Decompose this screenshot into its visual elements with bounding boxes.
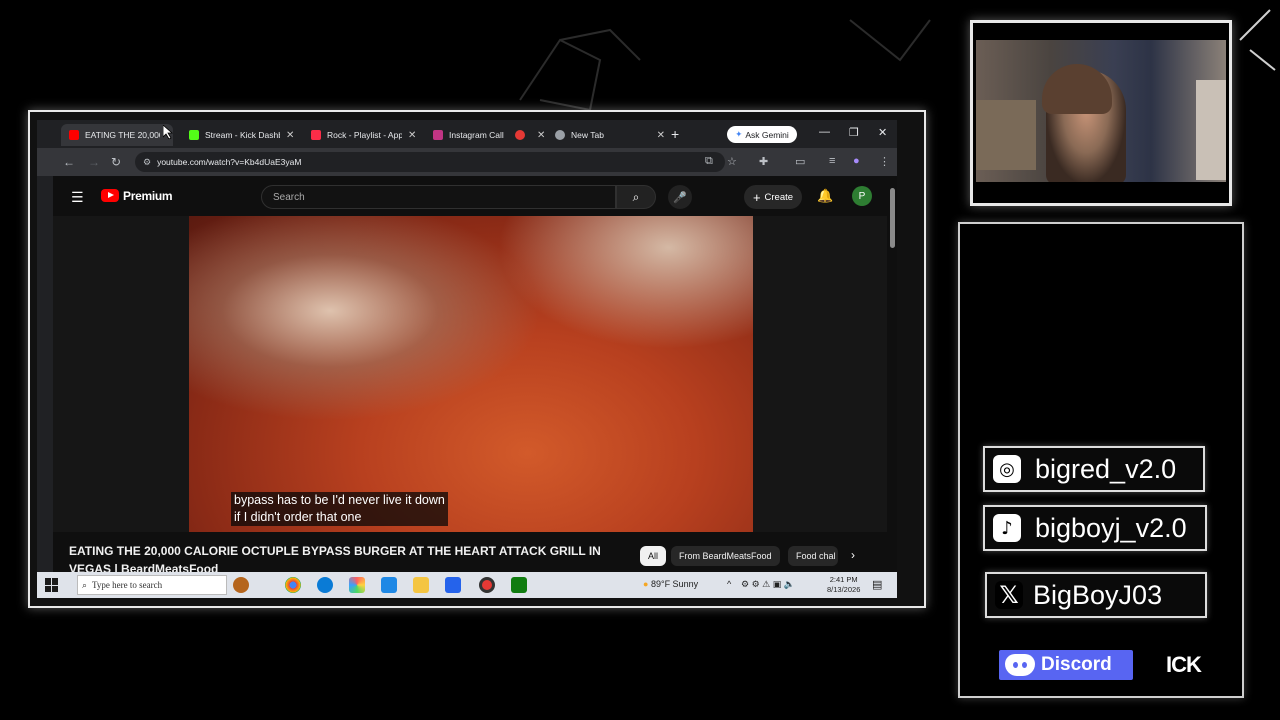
- mail-icon[interactable]: [381, 577, 397, 593]
- youtube-favicon-icon: [69, 130, 79, 140]
- back-arrow-icon[interactable]: ←: [63, 155, 75, 169]
- sun-icon: ●: [643, 579, 649, 589]
- hamburger-menu-icon[interactable]: ☰: [71, 189, 84, 206]
- chevron-right-icon[interactable]: ›: [851, 548, 855, 562]
- url-omnibox[interactable]: ⚙ youtube.com/watch?v=Kb4dUaE3yaM: [135, 152, 725, 172]
- webcam-feed: [976, 40, 1226, 182]
- plus-icon: +: [752, 189, 761, 205]
- gemini-sparkle-icon: ✦: [735, 129, 743, 139]
- tiktok-icon: ♪: [993, 514, 1021, 542]
- chip-all[interactable]: All: [640, 546, 667, 566]
- ask-gemini-button[interactable]: ✦ Ask Gemini: [727, 126, 797, 143]
- music-favicon-icon: [311, 130, 321, 140]
- search-icon[interactable]: ⌕: [616, 185, 656, 209]
- x-icon: 𝕏: [995, 581, 1023, 609]
- close-icon[interactable]: ✕: [286, 130, 294, 141]
- close-window-button[interactable]: ✕: [878, 126, 887, 139]
- profile-icon[interactable]: ●: [853, 155, 860, 167]
- discord-badge: Discord: [999, 650, 1133, 680]
- video-player[interactable]: bypass has to be I'd never live it down …: [53, 216, 887, 532]
- kick-logo: ICK: [1166, 652, 1202, 677]
- youtube-search-input[interactable]: Search: [261, 185, 616, 209]
- file-explorer-icon[interactable]: [413, 577, 429, 593]
- bookmark-star-icon[interactable]: ☆: [727, 155, 737, 168]
- obs-icon[interactable]: [479, 577, 495, 593]
- kick-favicon-icon: [189, 130, 199, 140]
- store-icon[interactable]: [445, 577, 461, 593]
- weather-widget[interactable]: ● 89°F Sunny: [643, 579, 698, 589]
- youtube-page: ☰ Premium Search ⌕ 🎤 + Create 🔔 P bypass …: [53, 176, 897, 576]
- chip-from-channel[interactable]: From BeardMeatsFood: [671, 546, 780, 566]
- media-control-icon[interactable]: ≡: [829, 155, 835, 167]
- address-bar-row: ← → ↻ ⚙ youtube.com/watch?v=Kb4dUaE3yaM …: [37, 148, 897, 176]
- windows-taskbar: ⌕ Type here to search ● 89°F Sunny ^ ⚙ ⚙ …: [37, 572, 897, 598]
- new-tab-button[interactable]: +: [671, 126, 679, 142]
- youtube-brand[interactable]: Premium: [123, 189, 173, 203]
- minimize-button[interactable]: —: [819, 126, 830, 138]
- record-favicon-icon: [515, 130, 525, 140]
- social-instagram: ◎ bigred_v2.0: [983, 446, 1205, 492]
- instagram-favicon-icon: [433, 130, 443, 140]
- reload-icon[interactable]: ↻: [111, 155, 121, 169]
- avatar[interactable]: P: [852, 186, 872, 206]
- photos-icon[interactable]: [349, 577, 365, 593]
- microphone-icon[interactable]: 🎤: [668, 185, 692, 209]
- site-info-icon[interactable]: ⚙: [143, 157, 151, 168]
- tab-new-tab[interactable]: New Tab ✕: [547, 124, 665, 146]
- tray-icons[interactable]: ⚙ ⚙ ⚠ ▣ 🔈: [741, 579, 795, 590]
- youtube-logo-icon[interactable]: [101, 189, 119, 202]
- mouse-cursor-icon: [163, 125, 173, 139]
- instagram-icon: ◎: [993, 455, 1021, 483]
- cast-icon[interactable]: ▭: [795, 155, 805, 168]
- football-app-icon[interactable]: [233, 577, 249, 593]
- chrome-favicon-icon: [555, 130, 565, 140]
- tab-apple-music[interactable]: Rock - Playlist - Appl ✕: [303, 124, 423, 146]
- windows-start-icon[interactable]: [45, 578, 59, 592]
- chrome-icon[interactable]: [285, 577, 301, 593]
- tab-youtube[interactable]: EATING THE 20,000 C: [61, 124, 173, 146]
- browser-window: EATING THE 20,000 C Stream - Kick Dashbo…: [37, 120, 897, 598]
- kebab-menu-icon[interactable]: ⋮: [879, 155, 890, 168]
- discord-icon: [1005, 654, 1035, 676]
- youtube-header: ☰ Premium Search ⌕ 🎤 + Create 🔔 P: [53, 176, 897, 216]
- close-icon[interactable]: ✕: [657, 130, 665, 141]
- notifications-bell-icon[interactable]: 🔔: [817, 188, 833, 204]
- video-caption: bypass has to be I'd never live it down …: [231, 492, 448, 526]
- tab-kick[interactable]: Stream - Kick Dashbo ✕: [181, 124, 301, 146]
- tab-instagram-call[interactable]: Instagram Call: [425, 124, 509, 146]
- search-icon: ⌕: [82, 579, 88, 590]
- chevron-up-icon[interactable]: ^: [727, 579, 731, 589]
- restore-button[interactable]: ❐: [849, 126, 859, 139]
- install-app-icon[interactable]: ⧉: [705, 155, 713, 168]
- taskbar-search-input[interactable]: ⌕ Type here to search: [77, 575, 227, 595]
- xbox-icon[interactable]: [511, 577, 527, 593]
- social-tiktok: ♪ bigboyj_v2.0: [983, 505, 1207, 551]
- tab-recording[interactable]: ✕: [507, 124, 545, 146]
- close-icon[interactable]: ✕: [537, 130, 545, 141]
- webcam-frame: [970, 20, 1232, 206]
- video-frame: [189, 216, 753, 532]
- page-scrollbar[interactable]: [890, 188, 895, 248]
- forward-arrow-icon[interactable]: →: [88, 155, 100, 169]
- close-icon[interactable]: ✕: [408, 130, 416, 141]
- edge-icon[interactable]: [317, 577, 333, 593]
- taskbar-clock[interactable]: 2:41 PM 8/13/2026: [827, 575, 860, 595]
- social-x: 𝕏 BigBoyJ03: [985, 572, 1207, 618]
- extensions-icon[interactable]: ✚: [759, 155, 768, 168]
- create-button[interactable]: + Create: [744, 185, 802, 209]
- notification-center-icon[interactable]: ▤: [872, 578, 882, 591]
- chip-food-challenge[interactable]: Food chal: [788, 546, 838, 566]
